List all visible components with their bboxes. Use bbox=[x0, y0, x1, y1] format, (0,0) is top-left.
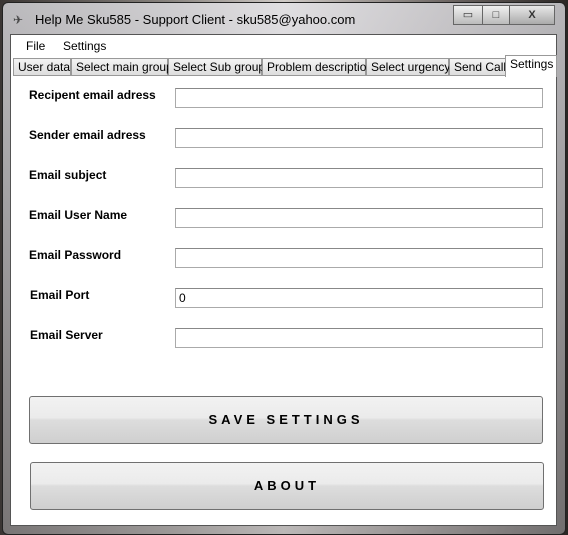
email-password-label: Email Password bbox=[29, 248, 122, 262]
email-username-input[interactable] bbox=[175, 208, 543, 228]
email-subject-label: Email subject bbox=[29, 168, 107, 182]
app-icon: ✈ bbox=[13, 13, 24, 27]
email-username-label: Email User Name bbox=[29, 208, 128, 222]
minimize-button[interactable]: ▭ bbox=[453, 5, 483, 25]
tab-divider bbox=[13, 75, 554, 76]
menu-settings[interactable]: Settings bbox=[63, 39, 106, 53]
close-button[interactable]: X bbox=[509, 5, 555, 25]
save-settings-button[interactable]: SAVE SETTINGS bbox=[29, 396, 543, 444]
close-icon: X bbox=[528, 9, 536, 21]
client-area: File Settings User data Select main grou… bbox=[10, 34, 557, 526]
sender-email-input[interactable] bbox=[175, 128, 543, 148]
maximize-button[interactable]: □ bbox=[482, 5, 510, 25]
minimize-icon: ▭ bbox=[462, 9, 474, 21]
about-button[interactable]: ABOUT bbox=[30, 462, 544, 510]
tab-select-urgency[interactable]: Select urgency bbox=[366, 58, 450, 76]
tab-user-data[interactable]: User data bbox=[13, 58, 71, 76]
email-port-input[interactable] bbox=[175, 288, 543, 308]
tab-select-main-group[interactable]: Select main group bbox=[71, 58, 173, 76]
tab-select-sub-group[interactable]: Select Sub group bbox=[168, 58, 265, 76]
recipient-email-input[interactable] bbox=[175, 88, 543, 108]
maximize-icon: □ bbox=[492, 9, 500, 21]
tab-settings[interactable]: Settings bbox=[505, 55, 557, 77]
email-server-label: Email Server bbox=[30, 328, 103, 342]
menu-file[interactable]: File bbox=[26, 39, 45, 53]
window-title: Help Me Sku585 - Support Client - sku585… bbox=[35, 12, 356, 27]
tab-problem-description[interactable]: Problem description bbox=[262, 58, 373, 76]
tab-send-call[interactable]: Send Call bbox=[449, 58, 506, 76]
email-server-input[interactable] bbox=[175, 328, 543, 348]
email-password-input[interactable] bbox=[175, 248, 543, 268]
email-subject-input[interactable] bbox=[175, 168, 543, 188]
recipient-email-label: Recipent email adress bbox=[29, 88, 156, 102]
email-port-label: Email Port bbox=[30, 288, 90, 302]
sender-email-label: Sender email adress bbox=[29, 128, 146, 142]
